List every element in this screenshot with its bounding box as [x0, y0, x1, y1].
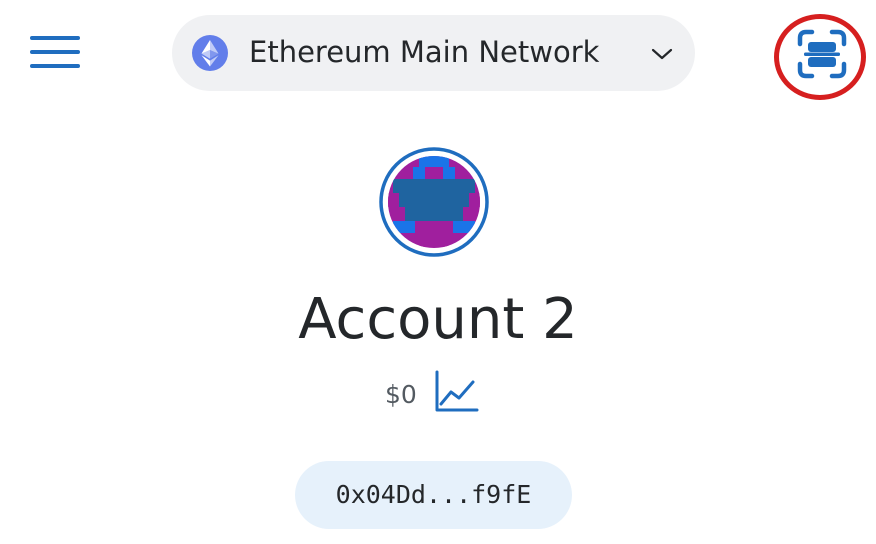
- menu-button[interactable]: [28, 34, 82, 70]
- network-name: Ethereum Main Network: [249, 35, 600, 69]
- account-avatar[interactable]: [379, 147, 489, 257]
- account-identicon: [379, 147, 489, 261]
- qr-scan-button[interactable]: [790, 22, 854, 86]
- network-selector[interactable]: Ethereum Main Network: [172, 15, 695, 91]
- ethereum-logo-icon: [192, 35, 228, 71]
- portfolio-chart-button[interactable]: [433, 368, 479, 414]
- copy-address-button[interactable]: 0x04Dd...f9fE: [295, 461, 572, 529]
- account-name[interactable]: Account 2: [0, 285, 876, 355]
- qr-scan-icon: [790, 29, 854, 90]
- account-address: 0x04Dd...f9fE: [335, 480, 532, 509]
- wallet-home-screen: Ethereum Main Network Account 2 $0 0x04D…: [0, 0, 876, 544]
- portfolio-chart-icon: [433, 370, 479, 418]
- chevron-down-icon: [650, 44, 674, 68]
- fiat-balance: $0: [385, 380, 417, 409]
